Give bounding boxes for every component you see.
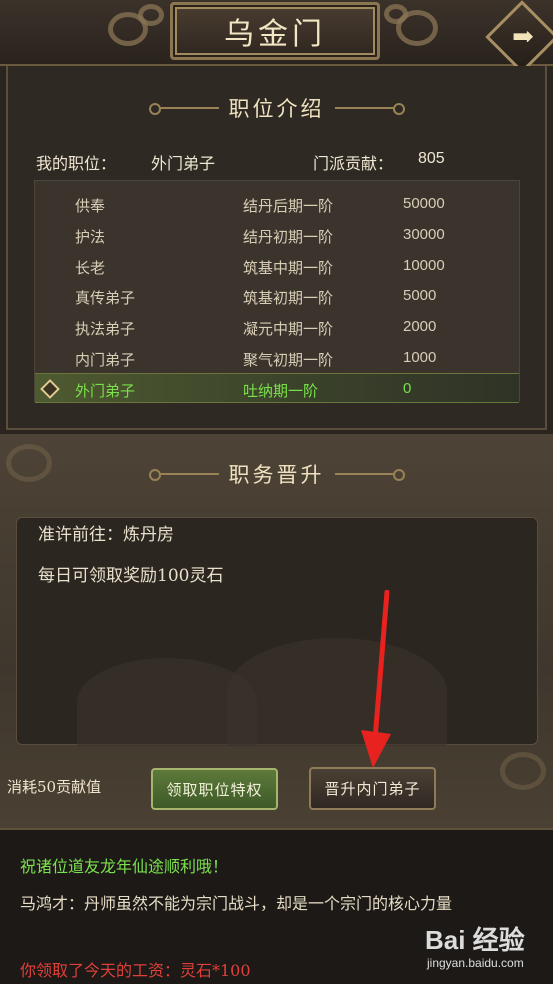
arrow-right-icon[interactable]: ➡	[506, 20, 540, 54]
rank-contribution: 2000	[403, 318, 437, 335]
chat-message-reward: 你领取了今天的工资：灵石*100	[20, 961, 251, 980]
rank-contribution: 30000	[403, 226, 445, 243]
rank-requirement: 结丹初期一阶	[243, 228, 334, 246]
rank-contribution: 10000	[403, 257, 445, 274]
promotion-cost: 消耗50贡献值	[7, 778, 102, 796]
contribution-label: 门派贡献：	[313, 154, 394, 173]
my-position-label: 我的职位：	[36, 154, 117, 173]
rank-row[interactable]: 供奉 结丹后期一阶 50000	[35, 189, 519, 219]
rank-requirement: 筑基中期一阶	[243, 259, 334, 277]
rank-name: 执法弟子	[75, 320, 136, 338]
heading-ornament-left-icon	[148, 103, 219, 115]
page-title: 乌金门	[224, 17, 326, 52]
claim-privilege-button[interactable]: 领取职位特权	[151, 768, 278, 810]
rank-contribution: 50000	[403, 195, 445, 212]
mountain-silhouette	[227, 638, 447, 746]
watermark-url: jingyan.baidu.com	[427, 956, 524, 970]
chat-message-npc: 马鸿才：丹师虽然不能为宗门战斗，却是一个宗门的核心力量	[20, 894, 453, 913]
heading-ornament-right-icon	[334, 103, 405, 115]
promote-button[interactable]: 晋升内门弟子	[309, 767, 436, 810]
diamond-marker-icon	[40, 379, 60, 399]
rank-row[interactable]: 内门弟子 聚气初期一阶 1000	[35, 343, 519, 373]
my-position-value: 外门弟子	[151, 154, 216, 173]
cloud-ornament-icon	[500, 752, 546, 790]
heading-ornament-right-icon	[334, 469, 405, 481]
cloud-ornament-left-small-icon	[138, 4, 164, 26]
rank-row[interactable]: 执法弟子 凝元中期一阶 2000	[35, 312, 519, 342]
rank-name: 外门弟子	[75, 382, 136, 400]
promotion-daily-reward: 每日可领取奖励100灵石	[38, 566, 224, 586]
rank-requirement: 吐纳期一阶	[243, 382, 319, 400]
contribution-value: 805	[418, 150, 445, 167]
title-plate: 乌金门	[170, 2, 380, 60]
rank-requirement: 结丹后期一阶	[243, 197, 334, 215]
rank-requirement: 凝元中期一阶	[243, 320, 334, 338]
rank-name: 真传弟子	[75, 289, 136, 307]
position-heading-text: 职位介绍	[228, 97, 325, 121]
promotion-heading-text: 职务晋升	[228, 463, 325, 487]
baidu-watermark: Bai 经验 jingyan.baidu.com	[425, 920, 550, 976]
rank-name: 长老	[75, 259, 106, 277]
annotation-arrow-icon	[361, 590, 391, 768]
rank-row[interactable]: 长老 筑基中期一阶 10000	[35, 251, 519, 281]
cloud-ornament-right-small-icon	[384, 4, 408, 24]
watermark-logo: Bai 经验	[425, 925, 525, 955]
rank-row[interactable]: 真传弟子 筑基初期一阶 5000	[35, 281, 519, 311]
rank-table: 供奉 结丹后期一阶 50000 护法 结丹初期一阶 30000 长老 筑基中期一…	[34, 180, 520, 403]
rank-contribution: 1000	[403, 349, 437, 366]
rank-requirement: 聚气初期一阶	[243, 351, 334, 369]
position-heading: 职位介绍	[8, 92, 545, 124]
promotion-heading: 职务晋升	[0, 458, 553, 490]
rank-contribution: 5000	[403, 287, 437, 304]
rank-name: 内门弟子	[75, 351, 136, 369]
rank-row[interactable]: 护法 结丹初期一阶 30000	[35, 220, 519, 250]
rank-name: 供奉	[75, 197, 106, 215]
chat-message-system: 祝诸位道友龙年仙途顺利哦！	[20, 857, 229, 876]
promotion-destination: 准许前往：炼丹房	[38, 525, 174, 545]
rank-name: 护法	[75, 228, 106, 246]
heading-ornament-left-icon	[148, 469, 219, 481]
promotion-info-box	[16, 517, 538, 746]
rank-row-current[interactable]: 外门弟子 吐纳期一阶 0	[35, 373, 519, 403]
rank-requirement: 筑基初期一阶	[243, 289, 334, 307]
rank-contribution: 0	[403, 380, 412, 397]
